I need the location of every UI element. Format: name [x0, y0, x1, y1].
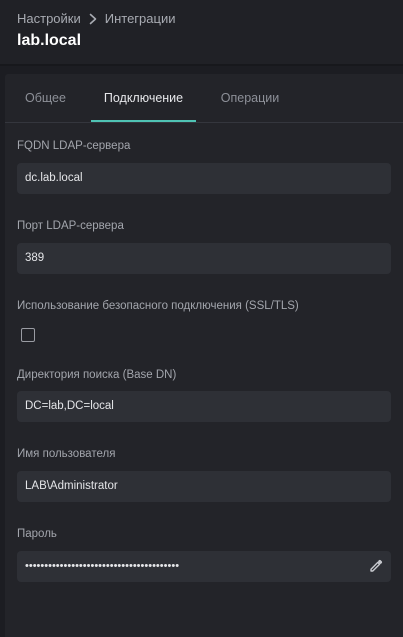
ssl-checkbox[interactable]	[21, 328, 35, 342]
password-value: ••••••••••••••••••••••••••••••••••••••••	[25, 560, 180, 572]
base-dn-input[interactable]: DC=lab,DC=local	[17, 391, 391, 422]
pencil-icon[interactable]	[368, 558, 384, 574]
ssl-label: Использование безопасного подключения (S…	[17, 300, 299, 312]
username-label: Имя пользователя	[17, 448, 116, 460]
password-label: Пароль	[17, 528, 57, 540]
tab-operations[interactable]: Операции	[213, 74, 287, 122]
base-dn-label: Директория поиска (Base DN)	[17, 369, 177, 381]
password-field[interactable]: ••••••••••••••••••••••••••••••••••••••••	[17, 551, 391, 582]
breadcrumb: Настройки Интеграции	[17, 11, 175, 26]
page-header: Настройки Интеграции lab.local	[0, 0, 403, 66]
tab-connection[interactable]: Подключение	[91, 74, 196, 122]
port-label: Порт LDAP-сервера	[17, 220, 124, 232]
tab-bar: Общее Подключение Операции	[5, 74, 403, 123]
tab-general[interactable]: Общее	[17, 74, 74, 122]
page-title: lab.local	[17, 32, 82, 49]
username-input[interactable]: LAB\Administrator	[17, 471, 391, 502]
chevron-right-icon	[89, 13, 97, 24]
settings-panel: Общее Подключение Операции FQDN LDAP-сер…	[5, 74, 403, 637]
fqdn-label: FQDN LDAP-сервера	[17, 140, 131, 152]
port-input[interactable]: 389	[17, 243, 391, 274]
fqdn-input[interactable]: dc.lab.local	[17, 163, 391, 194]
breadcrumb-item-integrations: Интеграции	[104, 11, 176, 26]
breadcrumb-item-settings[interactable]: Настройки	[17, 11, 81, 26]
